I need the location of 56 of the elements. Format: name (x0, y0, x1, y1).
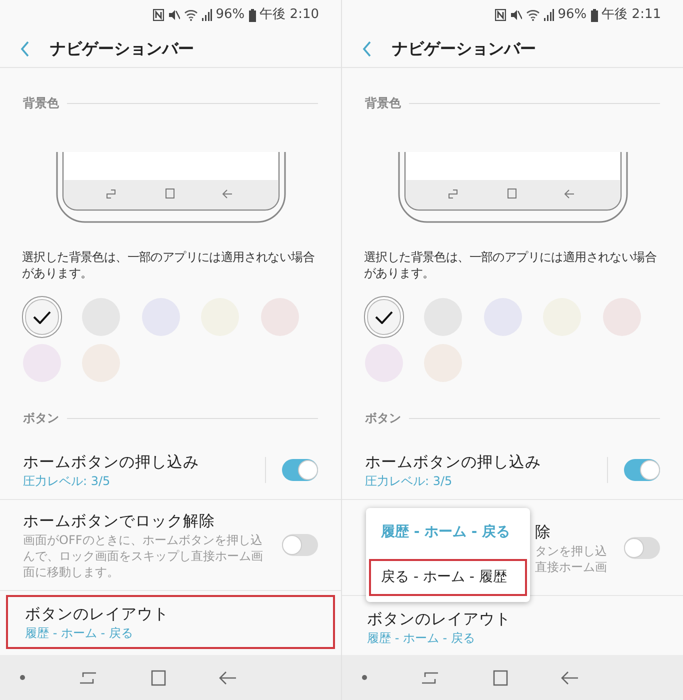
page-title: ナビゲーションバー (392, 38, 536, 60)
setting-description: んで、ロック画面をスキップし直接ホーム画 (23, 548, 264, 564)
recents-icon[interactable] (420, 670, 439, 686)
setting-description: 直接ホーム画 (535, 558, 608, 574)
section-header: ボタン (365, 410, 401, 427)
color-swatch[interactable] (22, 296, 62, 338)
check-icon (33, 310, 51, 324)
battery-icon (248, 8, 256, 22)
back-icon[interactable] (362, 40, 372, 56)
mute-icon (510, 9, 522, 21)
setting-value: 圧力レベル: 3/5 (23, 473, 112, 489)
wifi-icon (526, 9, 540, 21)
nfc-icon (152, 9, 164, 21)
toggle-switch[interactable] (624, 536, 660, 558)
signal-icon (544, 9, 554, 21)
clock-time: 午後 2:11 (602, 6, 661, 24)
setting-description: タンを押し込 (535, 542, 608, 558)
nfc-icon (494, 9, 506, 21)
setting-value: 履歴 - ホーム - 戻る (25, 625, 134, 641)
battery-percent: 96% (216, 6, 245, 24)
dot-icon[interactable] (20, 675, 25, 680)
toggle-switch[interactable] (624, 459, 660, 481)
setting-title: ホームボタンの押し込み (23, 452, 200, 473)
setting-value: 履歴 - ホーム - 戻る (367, 630, 476, 646)
section-header: 背景色 (23, 95, 59, 112)
battery-icon (590, 8, 598, 22)
recents-icon[interactable] (78, 670, 97, 686)
note-text: 選択した背景色は、一部のアプリには適用されない場合があります。 (21, 249, 316, 281)
battery-percent: 96% (558, 6, 587, 24)
check-icon (375, 310, 393, 324)
section-header: ボタン (23, 410, 59, 427)
dot-icon[interactable] (362, 675, 367, 680)
mute-icon (168, 9, 180, 21)
home-icon[interactable] (150, 670, 166, 686)
setting-value: 圧力レベル: 3/5 (365, 473, 454, 489)
setting-title: ホームボタンでロック解除 (23, 511, 216, 532)
page-title: ナビゲーションバー (50, 38, 194, 60)
back-icon[interactable] (20, 40, 30, 56)
back-icon[interactable] (219, 670, 238, 684)
setting-description: 面に移動します。 (23, 564, 120, 580)
menu-item[interactable]: 戻る - ホーム - 履歴 (369, 559, 527, 596)
home-icon[interactable] (492, 670, 508, 686)
setting-description: 画面がOFFのときに、ホームボタンを押し込 (23, 532, 264, 548)
toggle-switch[interactable] (282, 459, 318, 481)
wifi-icon (184, 9, 198, 21)
clock-time: 午後 2:10 (260, 6, 319, 24)
signal-icon (202, 9, 212, 21)
section-header: 背景色 (365, 95, 401, 112)
color-swatch[interactable] (364, 296, 404, 338)
setting-title[interactable]: ボタンのレイアウト (25, 603, 316, 625)
toggle-switch[interactable] (282, 534, 318, 556)
back-icon[interactable] (561, 670, 580, 684)
note-text: 選択した背景色は、一部のアプリには適用されない場合があります。 (363, 249, 658, 281)
setting-title: 除 (535, 522, 552, 542)
setting-title: ホームボタンの押し込み (365, 452, 542, 473)
setting-title[interactable]: ボタンのレイアウト (367, 608, 658, 630)
